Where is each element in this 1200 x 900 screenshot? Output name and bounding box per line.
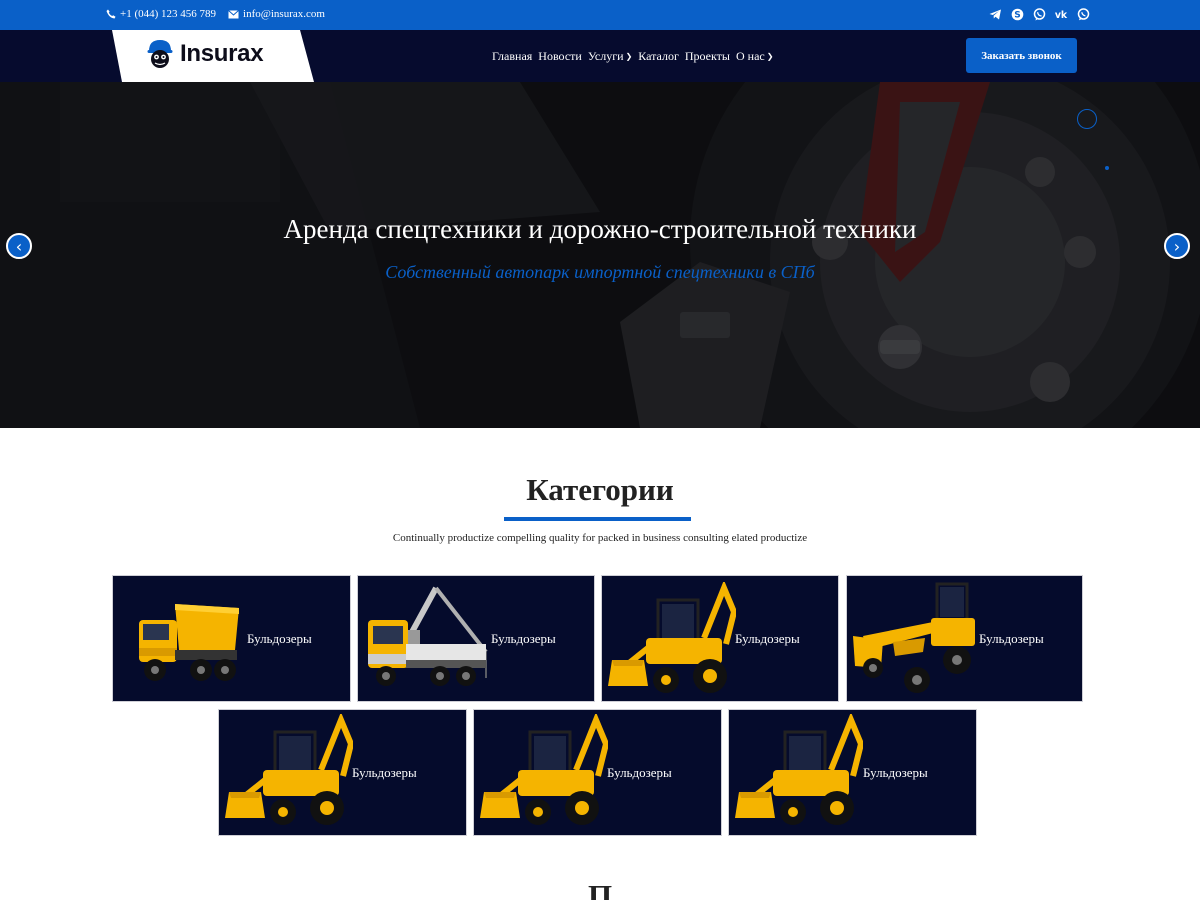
dump-truck-image: [139, 604, 239, 681]
category-card[interactable]: Бульдозеры: [846, 575, 1083, 702]
categories-title: Категории: [526, 472, 674, 507]
envelope-icon: [228, 9, 239, 18]
nav-item-label: Главная: [492, 49, 533, 63]
svg-text:S: S: [1014, 10, 1020, 20]
category-card[interactable]: Бульдозеры: [728, 709, 977, 836]
nav-item-news[interactable]: Новости: [538, 49, 582, 64]
hero-subtitle: Собственный автопарк импортной спецтехни…: [385, 262, 815, 282]
chevron-right-icon: ›: [1173, 236, 1181, 256]
vk-icon[interactable]: vk: [1054, 7, 1068, 21]
category-card[interactable]: Бульдозеры: [357, 575, 595, 702]
backhoe-loader-image: [225, 714, 353, 825]
category-card[interactable]: Бульдозеры: [601, 575, 839, 702]
slider-prev-button[interactable]: ‹: [6, 233, 32, 259]
categories-subtitle: Continually productize compelling qualit…: [392, 532, 808, 544]
category-label: Бульдозеры: [247, 631, 312, 646]
title-underline: [504, 517, 691, 521]
whatsapp-icon[interactable]: [1076, 7, 1090, 21]
hero-slider: Аренда спецтехники и дорожно-строительно…: [0, 82, 1200, 428]
top-bar: +1 (044) 123 456 789 info@insurax.com S …: [0, 0, 1200, 30]
backhoe-loader-image: [608, 582, 736, 693]
category-label: Бульдозеры: [979, 631, 1044, 646]
nav-item-home[interactable]: Главная: [492, 49, 532, 64]
slider-next-button[interactable]: ›: [1164, 233, 1190, 259]
chevron-down-icon: ❯: [766, 52, 774, 61]
category-label: Бульдозеры: [607, 765, 672, 780]
phone-text: +1 (044) 123 456 789: [120, 8, 217, 20]
social-links: S vk: [988, 7, 1090, 21]
chevron-left-icon: ‹: [15, 236, 23, 256]
nav-item-label: Новости: [538, 49, 582, 63]
decorative-dot: [1105, 166, 1109, 170]
nav-item-label: О нас: [735, 49, 765, 63]
category-label: Бульдозеры: [352, 765, 417, 780]
crane-truck-image: [368, 586, 488, 686]
hero-background-image: [0, 82, 1200, 428]
nav-item-label: Услуги: [587, 49, 624, 63]
category-label: Бульдозеры: [863, 765, 928, 780]
telegram-icon[interactable]: [988, 7, 1002, 21]
motor-grader-image: [853, 582, 975, 693]
nav-item-label: Каталог: [638, 49, 679, 63]
nav-item-projects[interactable]: Проекты: [685, 49, 730, 64]
phone-icon: [106, 9, 116, 19]
order-call-button[interactable]: Заказать звонок: [966, 38, 1077, 73]
skype-icon[interactable]: S: [1010, 7, 1024, 21]
email-link[interactable]: info@insurax.com: [228, 8, 325, 20]
backhoe-loader-image: [735, 714, 863, 825]
category-label: Бульдозеры: [491, 631, 556, 646]
nav-item-label: Проекты: [684, 49, 730, 63]
mascot-logo-icon: [147, 40, 173, 68]
svg-text:vk: vk: [1055, 10, 1068, 21]
nav-item-services[interactable]: Услуги ❯: [588, 49, 632, 64]
category-label: Бульдозеры: [735, 631, 800, 646]
contact-info: +1 (044) 123 456 789 info@insurax.com: [106, 8, 325, 20]
hero-title: Аренда спецтехники и дорожно-строительно…: [283, 214, 917, 244]
logo[interactable]: Insurax: [112, 30, 314, 82]
next-section-title: П: [587, 878, 613, 900]
brand-name: Insurax: [180, 40, 264, 67]
nav-item-about[interactable]: О нас ❯: [736, 49, 773, 64]
email-text: info@insurax.com: [243, 8, 325, 20]
category-card[interactable]: Бульдозеры: [112, 575, 351, 702]
decorative-circle: [1077, 109, 1097, 129]
chevron-down-icon: ❯: [625, 52, 633, 61]
nav-item-catalog[interactable]: Каталог: [638, 49, 679, 64]
main-menu: Главная Новости Услуги ❯ Каталог Проекты …: [492, 49, 773, 64]
category-card[interactable]: Бульдозеры: [473, 709, 722, 836]
category-card[interactable]: Бульдозеры: [218, 709, 467, 836]
backhoe-loader-image: [480, 714, 608, 825]
phone-link[interactable]: +1 (044) 123 456 789: [106, 8, 216, 20]
main-navbar: Insurax Главная Новости Услуги ❯ Каталог …: [0, 30, 1200, 82]
viber-icon[interactable]: [1032, 7, 1046, 21]
